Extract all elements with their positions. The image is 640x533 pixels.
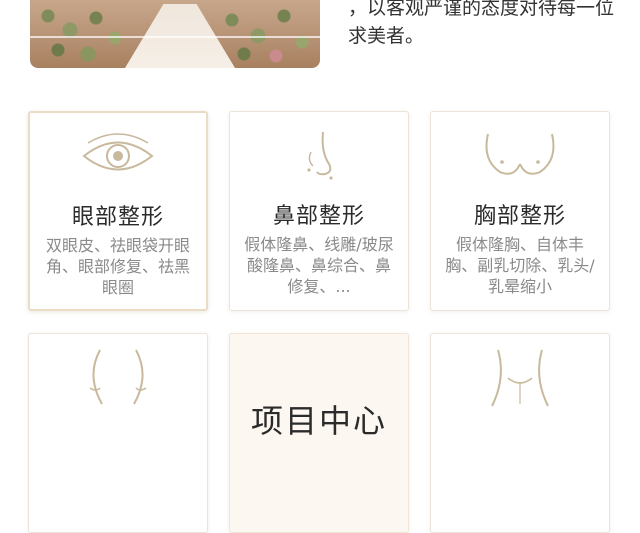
card-description: 假体隆胸、自体丰胸、副乳切除、乳头/乳晕缩小	[445, 235, 595, 296]
service-card-neck[interactable]	[430, 333, 610, 533]
neck-icon	[491, 349, 549, 407]
service-card-breast[interactable]: 胸部整形 假体隆胸、自体丰胸、副乳切除、乳头/乳晕缩小	[430, 111, 610, 311]
project-center-title: 项目中心	[250, 402, 387, 440]
hero-photo	[30, 0, 320, 68]
eye-icon	[82, 133, 154, 171]
face-contour-icon	[89, 349, 147, 405]
service-card-eye[interactable]: 眼部整形 双眼皮、祛眼袋开眼角、眼部修复、祛黑眼圈	[28, 111, 208, 311]
project-center-card[interactable]: 项目中心	[229, 333, 409, 533]
service-card-nose[interactable]: 鼻部整形 假体隆鼻、线雕/玻尿酸隆鼻、鼻综合、鼻修复、...	[229, 111, 409, 311]
hero-photo-foliage-left	[30, 0, 140, 68]
card-title: 眼部整形	[71, 205, 164, 230]
card-description: 双眼皮、祛眼袋开眼角、眼部修复、祛黑眼圈	[45, 236, 190, 297]
intro-text: ，以客观严谨的态度对待每一位求美者。	[348, 0, 615, 47]
card-title: 鼻部整形	[272, 204, 365, 229]
card-title: 胸部整形	[473, 204, 566, 229]
service-card-face[interactable]	[28, 333, 208, 533]
hero-photo-rail	[30, 36, 320, 38]
card-description: 假体隆鼻、线雕/玻尿酸隆鼻、鼻综合、鼻修复、...	[244, 235, 394, 296]
nose-icon	[307, 131, 333, 180]
breast-icon	[485, 133, 555, 175]
hero-photo-foliage-right	[210, 0, 320, 68]
